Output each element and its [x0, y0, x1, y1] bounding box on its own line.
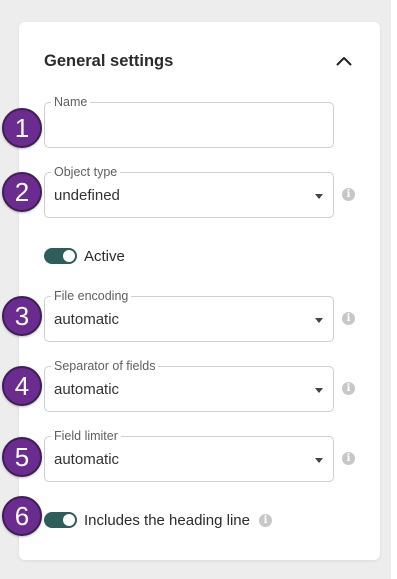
step-badge-5: 5 — [2, 437, 42, 477]
object-type-value: undefined — [54, 187, 120, 204]
field-limiter-label: Field limiter — [51, 429, 121, 443]
heading-line-toggle[interactable] — [44, 512, 77, 528]
separator-select[interactable]: Separator of fields automatic — [44, 359, 334, 412]
info-icon[interactable]: i — [342, 382, 355, 395]
info-icon[interactable]: i — [342, 452, 355, 465]
active-toggle-label: Active — [84, 248, 125, 265]
separator-label: Separator of fields — [51, 359, 159, 373]
file-encoding-select[interactable]: File encoding automatic — [44, 289, 334, 342]
info-icon[interactable]: i — [342, 188, 355, 201]
info-icon[interactable]: i — [342, 312, 355, 325]
file-encoding-label: File encoding — [51, 289, 132, 303]
chevron-up-icon — [336, 57, 352, 66]
toggle-knob — [63, 514, 75, 526]
file-encoding-value: automatic — [54, 311, 120, 328]
name-field[interactable]: Name — [44, 95, 334, 148]
panel-title: General settings — [44, 52, 174, 70]
info-icon[interactable]: i — [259, 514, 272, 527]
name-field-label: Name — [51, 95, 91, 109]
adjacent-panel-edge — [391, 0, 397, 579]
field-limiter-value: automatic — [54, 451, 120, 468]
collapse-button[interactable] — [332, 50, 356, 72]
dropdown-caret-icon — [315, 194, 323, 199]
dropdown-caret-icon — [315, 318, 323, 323]
field-limiter-select[interactable]: Field limiter automatic — [44, 429, 334, 482]
object-type-label: Object type — [51, 165, 121, 179]
step-badge-4: 4 — [2, 366, 42, 406]
step-badge-6: 6 — [2, 496, 42, 536]
toggle-knob — [63, 250, 75, 262]
heading-line-toggle-label: Includes the heading line — [84, 512, 250, 529]
active-toggle[interactable] — [44, 248, 77, 264]
dropdown-caret-icon — [315, 388, 323, 393]
separator-value: automatic — [54, 381, 120, 398]
step-badge-3: 3 — [2, 296, 42, 336]
step-badge-2: 2 — [2, 172, 42, 212]
step-badge-1: 1 — [2, 108, 42, 148]
dropdown-caret-icon — [315, 458, 323, 463]
object-type-select[interactable]: Object type undefined — [44, 165, 334, 218]
